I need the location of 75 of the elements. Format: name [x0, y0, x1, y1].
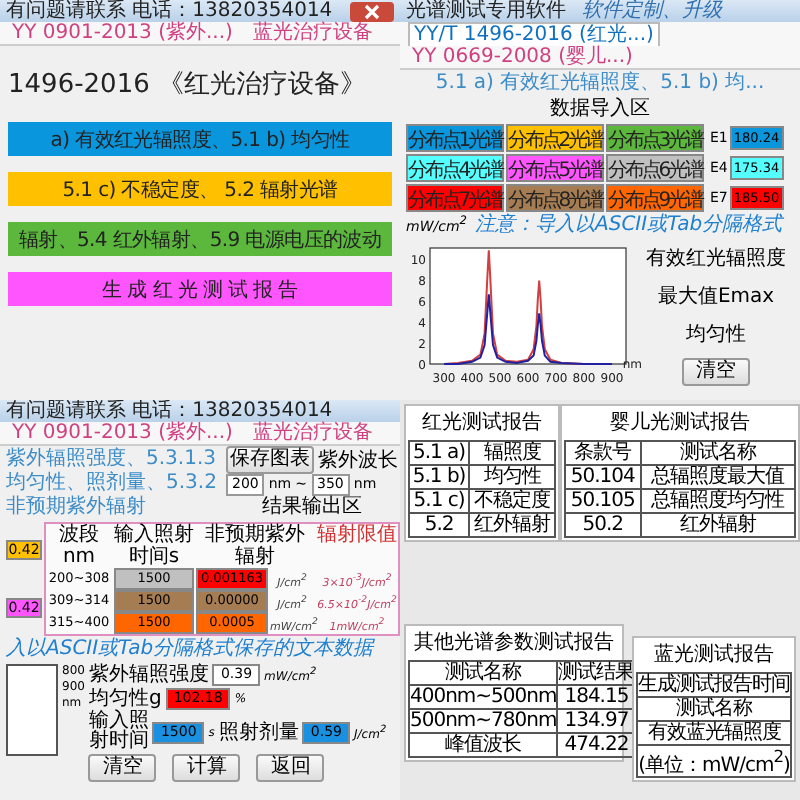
- chart-area: [6, 664, 58, 756]
- document-title: 其他光谱参数测试报告: [412, 629, 616, 656]
- menu-button[interactable]: 5.1 c) 不稳定度、 5.2 辐射光谱: [8, 172, 392, 206]
- column-header: 输入照射时间s: [114, 524, 194, 568]
- page-heading: 5.1 a) 有效红光辐照度、5.1 b) 均...: [435, 72, 765, 96]
- tab[interactable]: YY 0669-2008 (婴儿...): [408, 46, 637, 68]
- wavelength-label: 紫外波长: [318, 447, 398, 474]
- table-cell: 50.104: [565, 465, 641, 489]
- result-label: 有效红光辐照度: [646, 245, 786, 272]
- menu-button[interactable]: 辐射、5.4 红外辐射、5.9 电源电压的波动: [8, 222, 392, 256]
- table-cell: 均匀性: [469, 465, 555, 489]
- import-button[interactable]: 分布点3光谱: [606, 124, 704, 152]
- field-label: 均匀性g: [88, 688, 162, 710]
- result-label: 最大值Emax: [657, 283, 775, 310]
- table-cell: 辐照度: [469, 441, 555, 465]
- window-title: 有问题请联系 电话：13820354014: [6, 0, 333, 22]
- table-cell: 50.105: [565, 489, 641, 513]
- import-button[interactable]: 分布点5光谱: [506, 154, 604, 182]
- import-button[interactable]: 分布点8光谱: [506, 184, 604, 212]
- section-title: 数据导入区: [550, 98, 650, 122]
- action-button[interactable]: 返回: [256, 754, 325, 782]
- menu-button[interactable]: 生 成 红 光 测 试 报 告: [8, 272, 392, 306]
- tab[interactable]: 蓝光治疗设备: [248, 422, 377, 444]
- table-cell: 条款号: [565, 441, 641, 465]
- column-header: 辐射限值: [316, 524, 398, 550]
- result-label: 均匀性: [686, 321, 746, 348]
- import-button[interactable]: 分布点6光谱: [606, 154, 704, 182]
- table-cell: 不稳定度: [469, 489, 555, 513]
- menu-button[interactable]: a) 有效红光辐照度、5.1 b) 均匀性: [8, 122, 392, 156]
- table-cell: (单位：mW/cm$^{2}$): [637, 745, 791, 778]
- page-heading: 1496-2016 《红光治疗设备》: [8, 68, 366, 102]
- table-cell: 峰值波长: [409, 733, 558, 757]
- page-heading: 紫外辐照强度、5.3.1.3均匀性、照剂量、5.3.2非预期紫外辐射: [6, 448, 219, 520]
- save-chart-button[interactable]: 保存图表: [226, 446, 314, 474]
- action-button[interactable]: 计算: [172, 754, 241, 782]
- document-title: 婴儿光测试报告: [608, 409, 752, 436]
- table-cell: 测试名称: [640, 441, 795, 465]
- close-button[interactable]: [350, 1, 394, 21]
- table-cell: 5.1 a): [409, 441, 470, 465]
- table-cell: 5.1 b): [409, 465, 470, 489]
- table-cell: 测试名称: [409, 661, 558, 685]
- column-header: 非预期紫外辐射: [203, 524, 307, 568]
- import-button[interactable]: 分布点4光谱: [406, 154, 504, 182]
- table-cell: 500nm~780nm: [409, 709, 558, 733]
- import-note: 注意：导入以ASCII或Tab分隔格式: [475, 214, 783, 238]
- import-button[interactable]: 分布点1光谱: [406, 124, 504, 152]
- table-cell: 有效蓝光辐照度: [637, 721, 791, 745]
- clear-button[interactable]: 清空: [682, 358, 750, 386]
- tab[interactable]: 蓝光治疗设备: [248, 22, 377, 44]
- table-cell: 5.1 c): [409, 489, 470, 513]
- field-label: 紫外辐照强度: [88, 664, 209, 686]
- field-label: 照射剂量: [218, 721, 299, 743]
- table-cell: 5.2: [409, 513, 470, 537]
- tab[interactable]: YY/T 1496-2016 (红光...): [408, 22, 660, 46]
- table-cell: 红外辐射: [640, 513, 795, 537]
- field-label: 输入照射时间: [88, 712, 149, 752]
- column-header: 波段nm: [57, 524, 101, 568]
- table-cell: 50.2: [565, 513, 641, 537]
- window-title: 有问题请联系 电话：13820354014: [6, 400, 333, 422]
- action-button[interactable]: 清空: [88, 754, 157, 782]
- import-note: 入以ASCII或Tab分隔格式保存的文本数据: [6, 638, 374, 662]
- import-button[interactable]: 分布点2光谱: [506, 124, 604, 152]
- table-cell: 测试名称: [637, 697, 791, 721]
- table-cell: 总辐照度最大值: [640, 465, 795, 489]
- table-cell: 总辐照度均匀性: [640, 489, 795, 513]
- table-cell: 红外辐射: [469, 513, 555, 537]
- table-cell: 400nm~500nm: [409, 685, 558, 709]
- import-button[interactable]: 分布点7光谱: [406, 184, 504, 212]
- import-button[interactable]: 分布点9光谱: [606, 184, 704, 212]
- document-title: 红光测试报告: [420, 409, 544, 436]
- tab[interactable]: YY 0901-2013 (紫外...): [8, 22, 237, 44]
- section-title: 结果输出区: [262, 496, 362, 520]
- table-cell: 生成测试报告时间: [637, 673, 791, 697]
- tab[interactable]: YY 0901-2013 (紫外...): [8, 422, 237, 444]
- document-title: 蓝光测试报告: [652, 641, 776, 668]
